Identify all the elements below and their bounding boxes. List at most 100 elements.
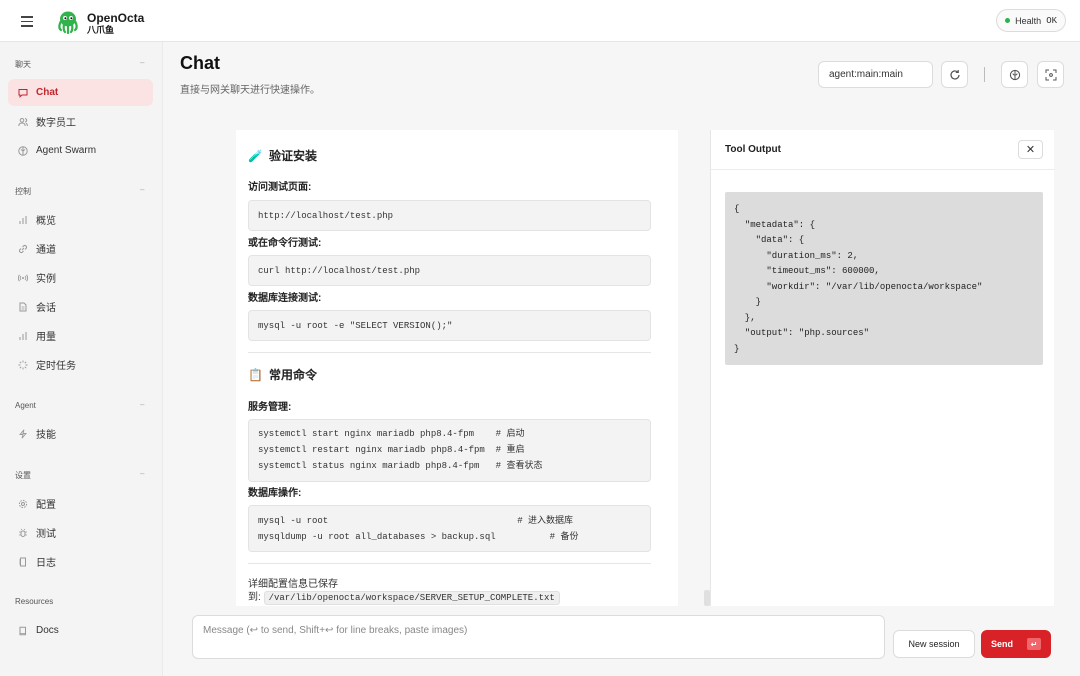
sidebar-item-chat[interactable]: Chat (8, 79, 153, 106)
tool-output-json: { "metadata": { "data": { "duration_ms":… (725, 192, 1043, 365)
sidebar-item-config[interactable]: 配置 (8, 490, 153, 517)
focus-mode-button[interactable] (1037, 61, 1064, 88)
code-block: curl http://localhost/test.php (248, 255, 651, 286)
sidebar-item-docs[interactable]: Docs (8, 617, 153, 644)
sidebar-item-overview[interactable]: 概览 (8, 206, 153, 233)
brain-icon (1009, 69, 1020, 80)
page-subtitle: 直接与网关聊天进行快速操作。 (180, 85, 320, 96)
divider (248, 352, 651, 353)
sidebar-section-title: 控制 (15, 187, 31, 196)
focus-icon (1045, 69, 1056, 80)
health-status: OK (1046, 15, 1057, 26)
chat-bubble-icon (18, 88, 28, 98)
new-session-button[interactable]: New session (893, 630, 975, 658)
json-line: "duration_ms": 2, (734, 250, 859, 261)
users-icon (18, 117, 28, 127)
sidebar-item-label: 数字员工 (36, 118, 76, 129)
sidebar-item-label: 技能 (36, 430, 56, 441)
sidebar-section-title: 聊天 (15, 60, 31, 69)
octopus-logo-icon (58, 11, 78, 35)
sidebar-item-logs[interactable]: 日志 (8, 548, 153, 575)
sidebar-item-usage[interactable]: 用量 (8, 322, 153, 349)
thinking-toggle-button[interactable] (1001, 61, 1028, 88)
test-tube-icon: 🧪 (248, 148, 263, 163)
sidebar-item-label: 测试 (36, 529, 56, 540)
hamburger-menu-icon[interactable] (18, 12, 36, 30)
code-block: mysql -u root -e "SELECT VERSION();" (248, 310, 651, 341)
tool-output-title: Tool Output (725, 144, 781, 155)
code-line: systemctl restart nginx mariadb php8.4-f… (258, 445, 525, 455)
collapse-chevron-icon[interactable]: – (140, 400, 144, 409)
close-tool-output-button[interactable]: ✕ (1018, 140, 1043, 159)
divider (711, 169, 1055, 170)
code-line: systemctl status nginx mariadb php8.4-fp… (258, 461, 543, 471)
sidebar-item-digital-staff[interactable]: 数字员工 (8, 108, 153, 135)
sidebar-item-channels[interactable]: 通道 (8, 235, 153, 262)
sidebar-item-sessions[interactable]: 会话 (8, 293, 153, 320)
sidebar-item-label: 日志 (36, 558, 56, 569)
sidebar-item-label: 实例 (36, 274, 56, 285)
swarm-icon (18, 145, 28, 156)
label-service-management: 服务管理: (248, 402, 292, 413)
document-icon (18, 302, 28, 312)
label-cli-test: 或在命令行测试: (248, 238, 322, 249)
bar-chart-icon (18, 215, 28, 225)
json-line: } (734, 343, 740, 354)
send-label: Send (990, 639, 1013, 649)
health-badge: Health OK (996, 9, 1066, 32)
sidebar-item-agent-swarm[interactable]: Agent Swarm (8, 137, 153, 164)
json-line: "data": { (734, 235, 805, 245)
sidebar-item-skills[interactable]: 技能 (8, 420, 153, 447)
code-block: systemctl start nginx mariadb php8.4-fpm… (248, 419, 651, 482)
bug-icon (18, 528, 28, 538)
sidebar-item-scheduled-tasks[interactable]: 定时任务 (8, 351, 153, 378)
json-line: } (734, 297, 762, 307)
send-button[interactable]: Send ↵ (981, 630, 1051, 658)
chat-message: 🧪 验证安装 访问测试页面: http://localhost/test.php… (236, 130, 678, 606)
sidebar-item-label: 用量 (36, 332, 56, 343)
sidebar-item-testing[interactable]: 测试 (8, 519, 153, 546)
sidebar-item-label: Docs (36, 625, 59, 636)
json-line: "timeout_ms": 600000, (734, 266, 880, 276)
gear-icon (18, 499, 28, 509)
log-icon (18, 557, 28, 567)
toolbar-divider (984, 67, 985, 82)
message-input[interactable]: Message (↩ to send, Shift+↩ for line bre… (192, 615, 885, 659)
collapse-chevron-icon[interactable]: – (140, 58, 144, 67)
json-line: { (734, 204, 740, 214)
link-icon (18, 244, 28, 254)
enter-key-icon: ↵ (1027, 638, 1041, 650)
code-line: mysql -u root # 进入数据库 (258, 516, 574, 526)
session-key-select[interactable]: agent:main:main (818, 61, 933, 88)
json-line: "output": "php.sources" (734, 328, 870, 338)
sidebar: 聊天 – Chat 数字员工 Agent Swarm 控制 – 概览 通道 实例… (0, 42, 163, 676)
code-line: mysqldump -u root all_databases > backup… (258, 532, 579, 542)
sidebar-item-label: Agent Swarm (36, 145, 97, 156)
label-db-test: 数据库连接测试: (248, 293, 322, 304)
sidebar-item-label: 会话 (36, 303, 56, 314)
code-block: mysql -u root # 进入数据库 mysqldump -u root … (248, 505, 651, 552)
refresh-button[interactable] (941, 61, 968, 88)
status-dot-icon (1005, 18, 1011, 23)
sidebar-item-instances[interactable]: 实例 (8, 264, 153, 291)
clipboard-icon: 📋 (248, 367, 263, 382)
book-icon (18, 626, 28, 636)
tool-output-panel: Tool Output ✕ { "metadata": { "data": { … (710, 130, 1055, 606)
sidebar-item-label: 概览 (36, 216, 56, 227)
code-line: systemctl start nginx mariadb php8.4-fpm… (258, 429, 525, 439)
loader-icon (18, 360, 28, 370)
sidebar-item-label: 配置 (36, 500, 56, 511)
sidebar-section-title: Resources (15, 597, 54, 606)
broadcast-icon (18, 273, 28, 283)
sidebar-item-label: 定时任务 (36, 361, 76, 372)
collapse-chevron-icon[interactable]: – (140, 185, 144, 194)
sidebar-item-label: Chat (36, 87, 59, 98)
sidebar-section-title: 设置 (15, 471, 31, 480)
section-heading-common-commands: 📋 常用命令 (248, 367, 317, 383)
code-block: http://localhost/test.php (248, 200, 651, 231)
divider (248, 563, 651, 564)
page-title: Chat (180, 53, 220, 73)
json-line: }, (734, 312, 756, 323)
bolt-icon (18, 429, 28, 439)
collapse-chevron-icon[interactable]: – (140, 469, 144, 478)
